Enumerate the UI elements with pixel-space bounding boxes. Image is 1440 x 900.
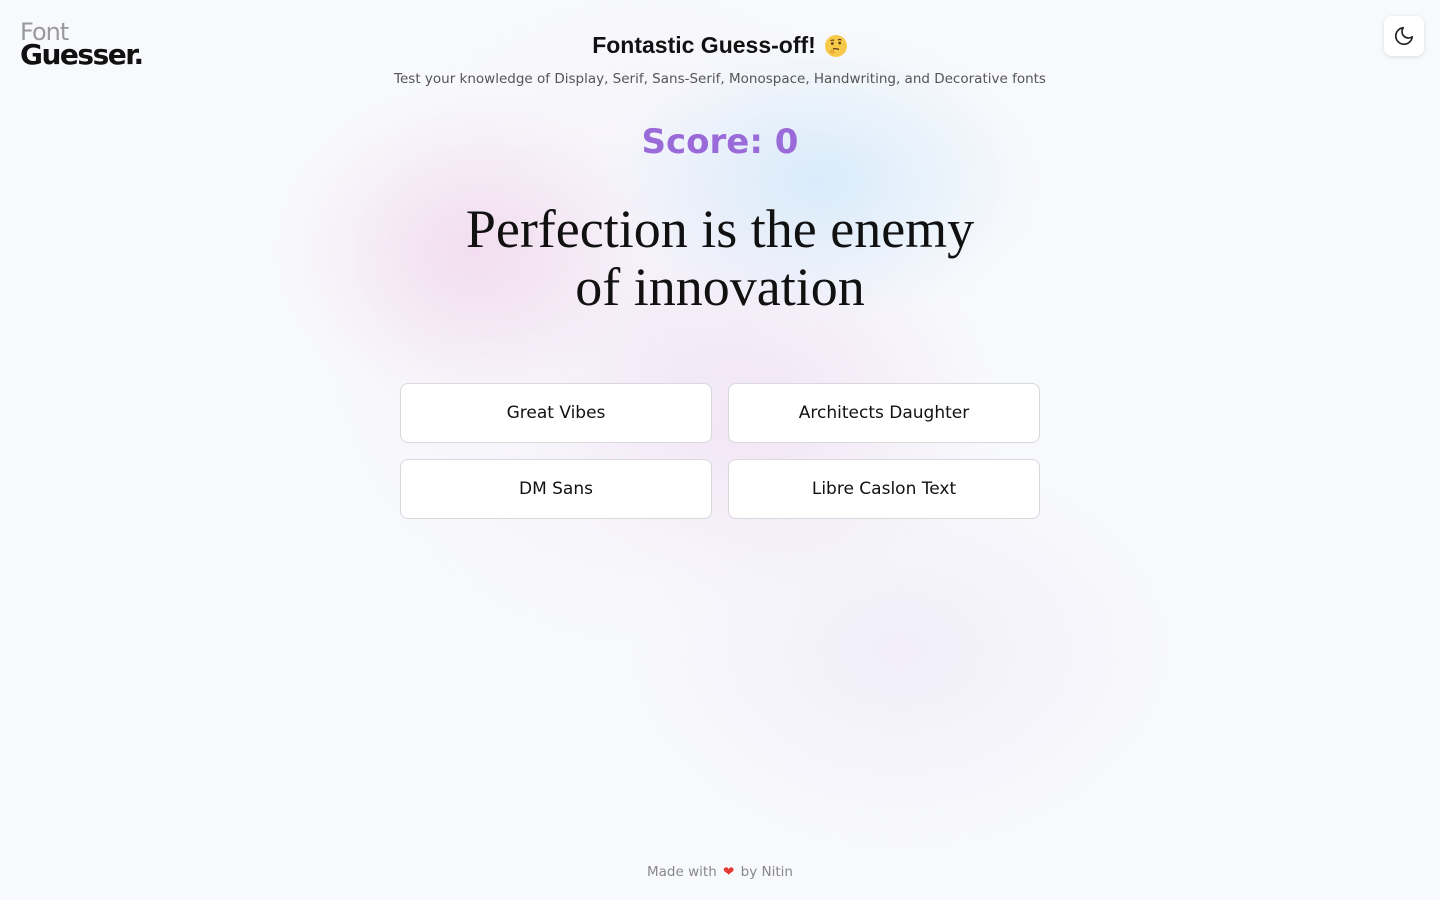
page-title: Fontastic Guess-off! [592,32,848,59]
option-button-dm-sans[interactable]: DM Sans [400,459,712,519]
score-display: Score: 0 [0,122,1440,162]
quote-line-1: Perfection is the enemy [465,199,975,259]
score-value: 0 [774,122,799,162]
answer-options: Great Vibes Architects Daughter DM Sans … [400,383,1040,519]
heart-icon: ❤ [723,864,735,880]
option-button-libre-caslon-text[interactable]: Libre Caslon Text [728,459,1040,519]
font-sample-quote: Perfection is the enemy of innovation [420,200,1020,316]
footer-author-link[interactable]: by Nitin [741,864,793,880]
header: Fontastic Guess-off! Test your knowledge… [0,32,1440,87]
page-title-text: Fontastic Guess-off! [592,32,816,58]
footer: Made with ❤ by Nitin [0,864,1440,880]
quote-line-2: of innovation [575,257,865,317]
score-label: Score: [641,122,763,162]
footer-made-with: Made with [647,864,717,880]
thinking-face-icon [824,34,848,58]
option-button-architects-daughter[interactable]: Architects Daughter [728,383,1040,443]
page-subtitle: Test your knowledge of Display, Serif, S… [394,71,1046,87]
option-button-great-vibes[interactable]: Great Vibes [400,383,712,443]
